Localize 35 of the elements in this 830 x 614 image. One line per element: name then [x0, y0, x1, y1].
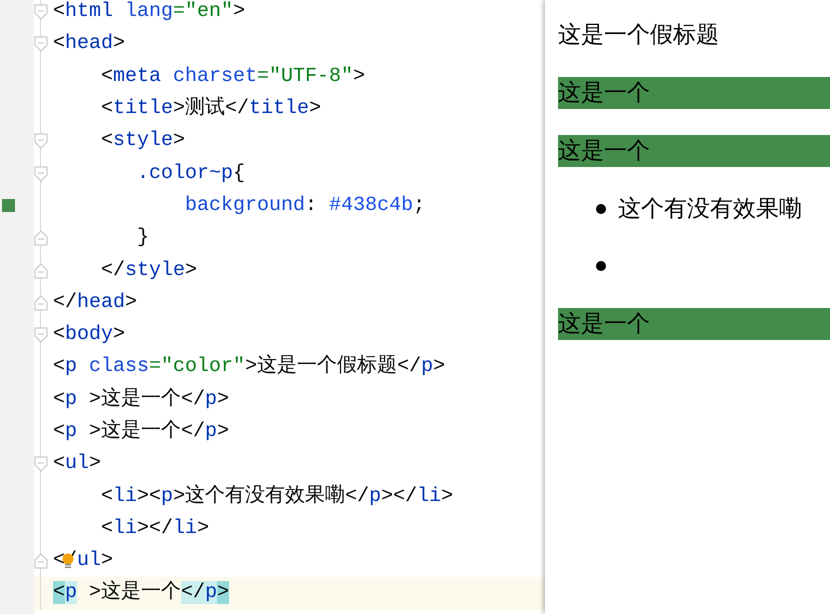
unfold-icon[interactable]	[34, 230, 48, 246]
code-line: <p class="color">这是一个假标题</p>	[53, 355, 446, 380]
preview-paragraph: 这是一个假标题	[558, 21, 720, 50]
fold-icon[interactable]	[34, 4, 48, 20]
code-line: <li></li>	[100, 516, 210, 541]
preview-paragraph: 这是一个	[558, 135, 830, 167]
code-line: </style>	[100, 258, 198, 283]
bullet-icon	[596, 204, 606, 214]
code-line: <li><p>这个有没有效果嘞</p></li>	[100, 484, 454, 509]
bullet-icon	[596, 261, 606, 271]
preview-paragraph: 这是一个	[558, 77, 830, 109]
code-line: <ul>	[53, 452, 102, 476]
list-item: 这个有没有效果嘞	[618, 195, 802, 224]
code-line: <p >这是一个</p>	[53, 420, 230, 444]
fold-icon[interactable]	[34, 133, 48, 150]
code-line: }	[136, 226, 150, 250]
fold-icon[interactable]	[34, 36, 48, 52]
code-line: .color~p{	[136, 162, 246, 186]
code-line: <html lang="en">	[53, 0, 246, 24]
code-line: <style>	[100, 129, 186, 154]
code-line: <body>	[53, 323, 126, 348]
code-line: background: #438c4b;	[184, 194, 426, 218]
code-line: <meta charset="UTF-8">	[100, 64, 366, 89]
code-line: </head>	[53, 290, 138, 315]
fold-icon[interactable]	[34, 456, 48, 472]
fold-icon[interactable]	[34, 166, 48, 182]
code-line: <head>	[53, 32, 126, 56]
unfold-icon[interactable]	[34, 294, 48, 311]
fold-icon[interactable]	[34, 327, 48, 344]
code-line: <p >这是一个</p>	[53, 388, 230, 412]
code-line: <p >这是一个</p>	[53, 581, 230, 606]
code-line: <title>测试</title>	[100, 97, 322, 122]
preview-paragraph: 这是一个	[558, 308, 830, 340]
unfold-icon[interactable]	[34, 553, 48, 570]
unfold-icon[interactable]	[34, 262, 48, 279]
